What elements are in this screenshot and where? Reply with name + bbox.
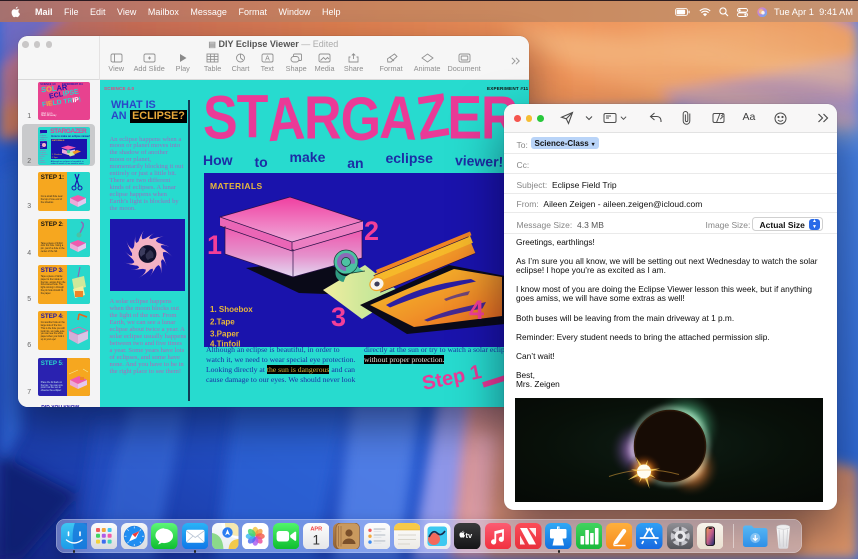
- svg-text:MATERIALS: MATERIALS: [210, 181, 263, 191]
- svg-text:2: 2: [364, 216, 379, 246]
- svg-text:4: 4: [469, 295, 484, 325]
- svg-text:1: 1: [207, 230, 222, 260]
- svg-text:3: 3: [331, 302, 346, 332]
- svg-text:tv: tv: [466, 531, 473, 540]
- svg-text:1. Shoebox: 1. Shoebox: [210, 305, 253, 314]
- svg-text:1: 1: [312, 532, 320, 547]
- svg-text:3.Paper: 3.Paper: [210, 330, 239, 339]
- svg-text:2.Tape: 2.Tape: [210, 318, 235, 327]
